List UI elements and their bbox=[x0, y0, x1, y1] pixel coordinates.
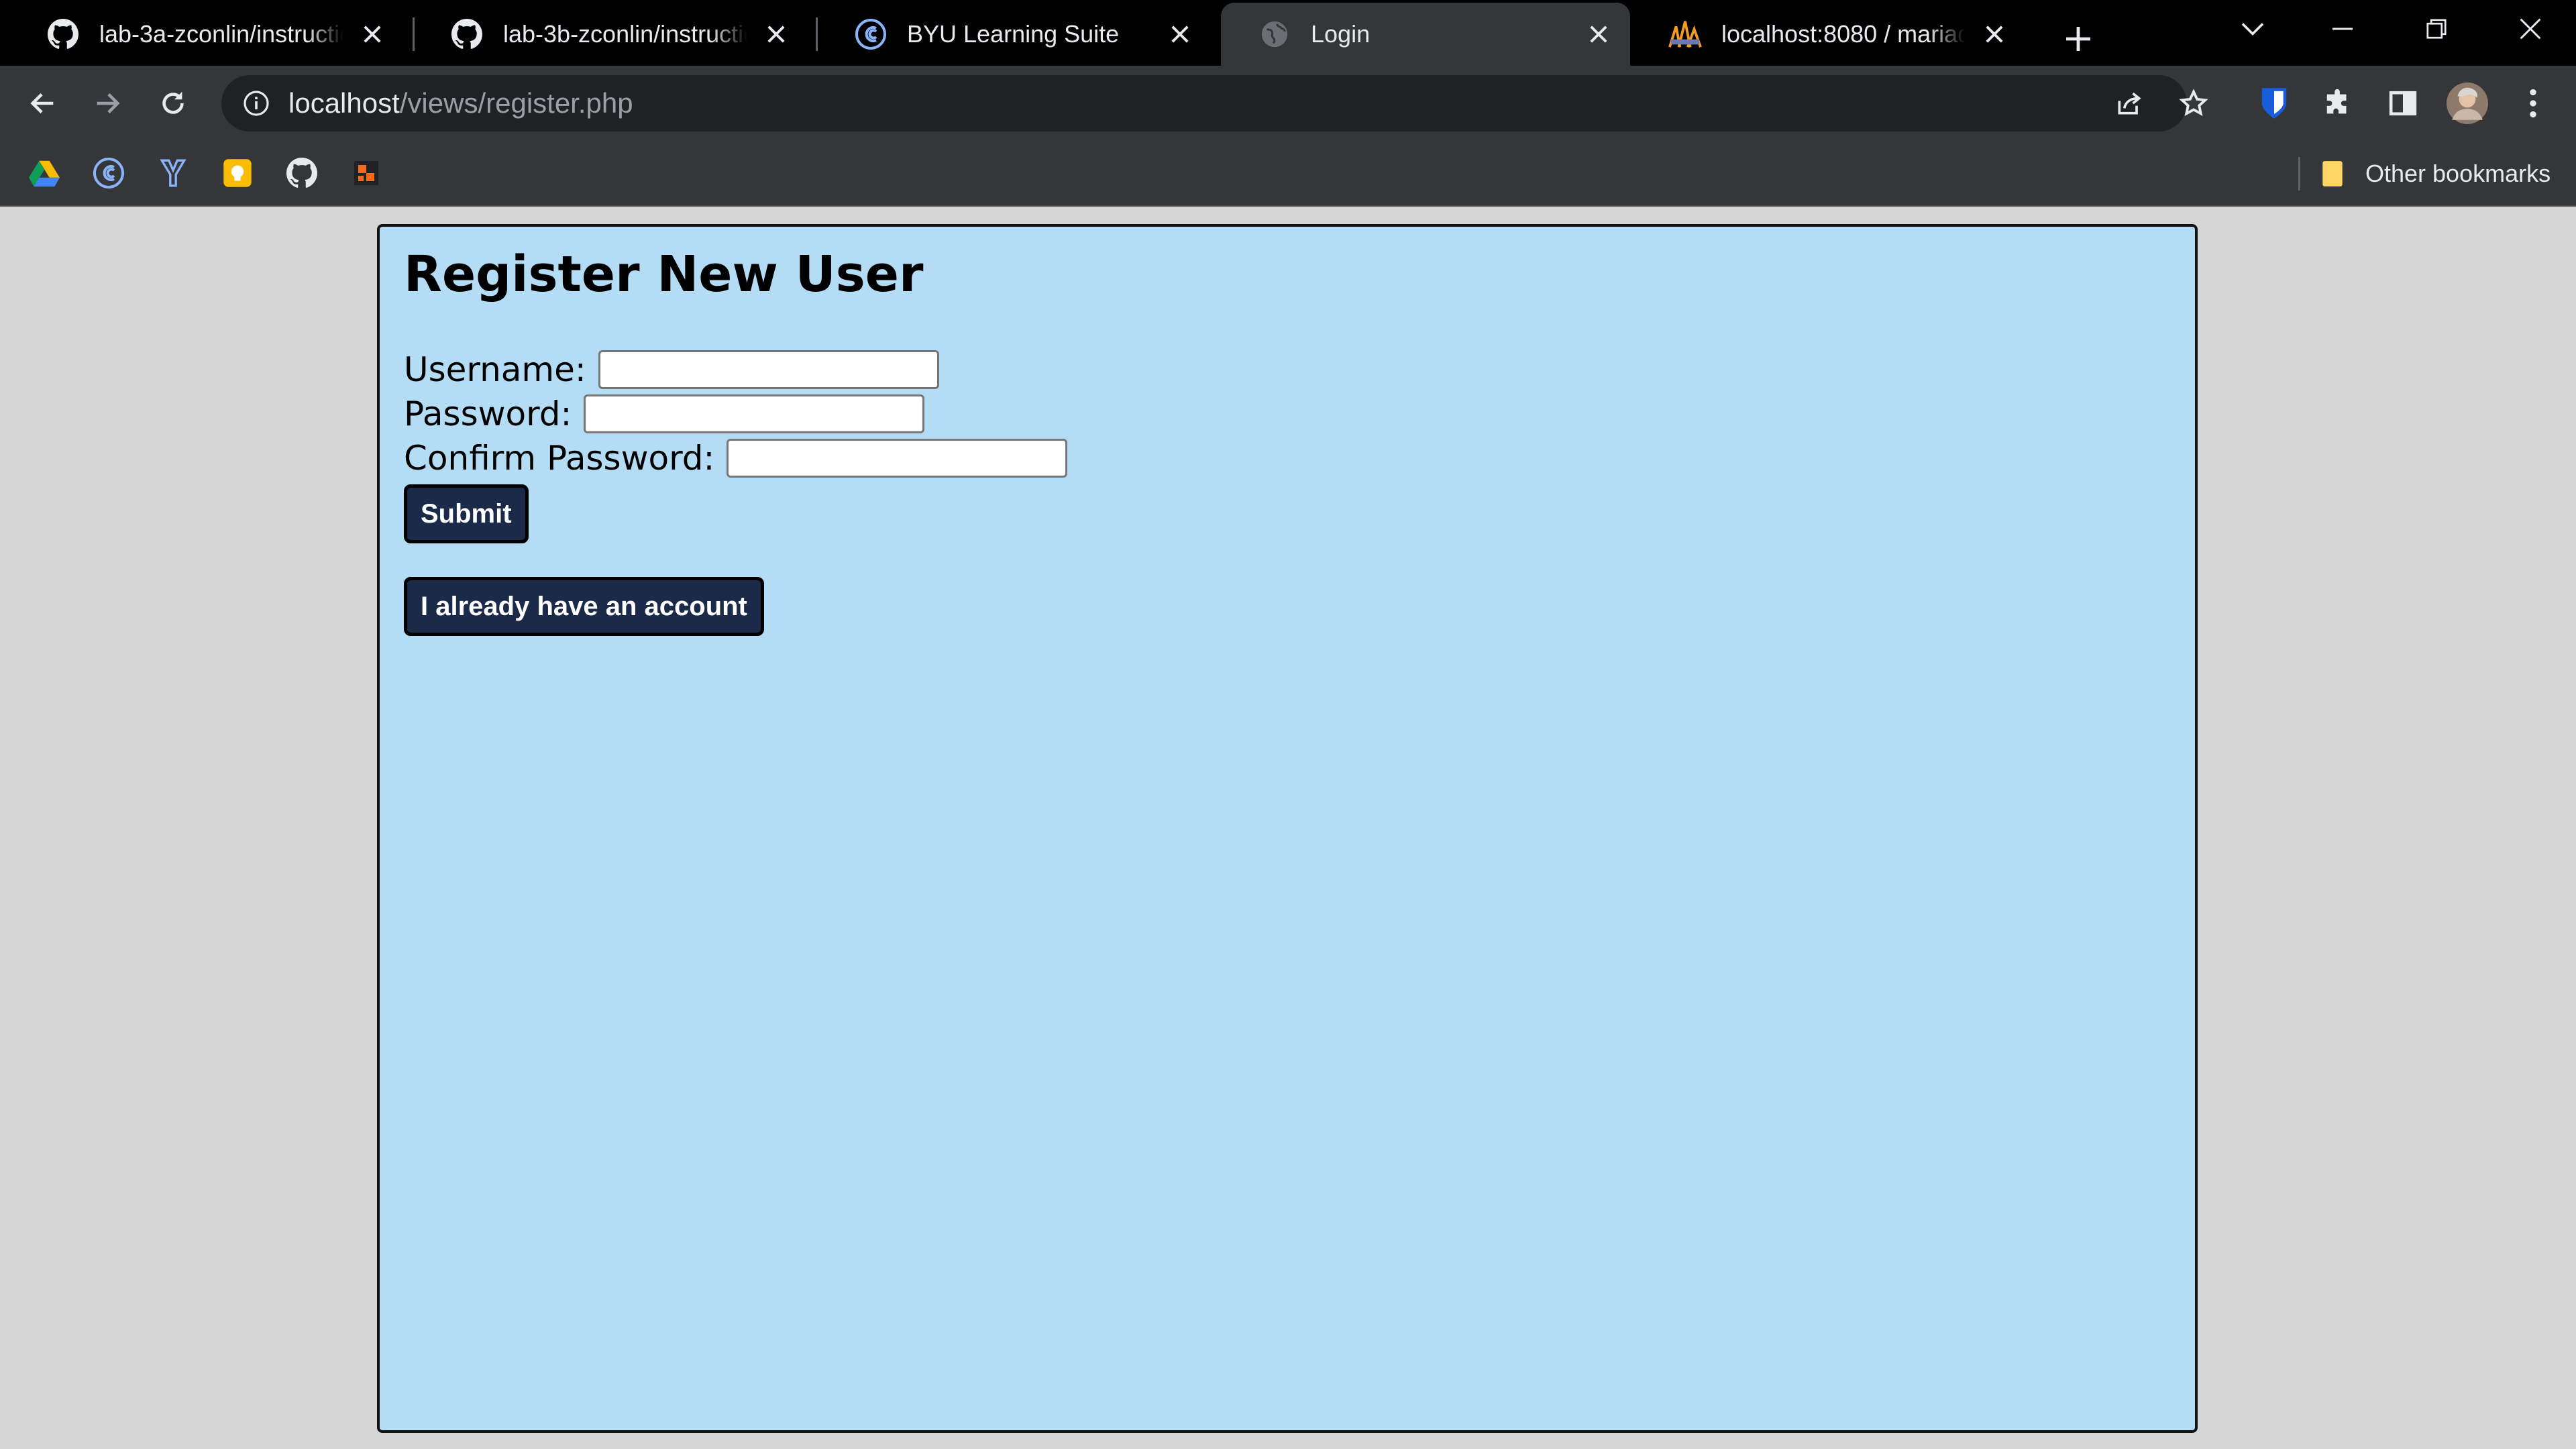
reload-button[interactable] bbox=[149, 79, 197, 127]
extensions-icon[interactable] bbox=[2314, 79, 2363, 127]
close-icon[interactable] bbox=[759, 17, 793, 51]
y-icon[interactable] bbox=[156, 156, 191, 191]
google-drive-icon[interactable] bbox=[27, 156, 62, 191]
username-row: Username: bbox=[404, 350, 939, 389]
address-bar[interactable]: localhost/views/register.php bbox=[221, 75, 2187, 131]
keep-icon[interactable] bbox=[220, 156, 255, 191]
password-label: Password: bbox=[404, 394, 572, 433]
menu-kebab-icon[interactable] bbox=[2509, 79, 2557, 127]
page-viewport: Register New User Username: Password: Co… bbox=[0, 207, 2576, 1449]
tab-title: localhost:8080 / mariadb bbox=[1721, 20, 1966, 48]
folder-icon bbox=[2321, 160, 2348, 187]
browser-toolbar: localhost/views/register.php bbox=[0, 66, 2576, 141]
confirm-password-input[interactable] bbox=[727, 439, 1068, 478]
share-icon[interactable] bbox=[2105, 79, 2153, 127]
tab-title: BYU Learning Suite bbox=[907, 20, 1120, 48]
tab-strip: lab-3a-zconlin/instructions lab-3b-zconl… bbox=[0, 0, 2576, 66]
other-bookmarks-folder[interactable]: Other bookmarks bbox=[2321, 150, 2551, 197]
restore-button[interactable] bbox=[2399, 0, 2474, 58]
username-input[interactable] bbox=[598, 350, 939, 389]
page-title: Register New User bbox=[404, 246, 924, 303]
password-row: Password: bbox=[404, 394, 925, 433]
tab-login[interactable]: Login bbox=[1221, 3, 1630, 66]
tab-title: Login bbox=[1311, 20, 1371, 48]
github-icon bbox=[46, 17, 80, 52]
tab-phpmyadmin[interactable]: localhost:8080 / mariadb bbox=[1631, 3, 2026, 66]
confirm-password-row: Confirm Password: bbox=[404, 439, 1068, 478]
bookmark-star-icon[interactable] bbox=[2169, 79, 2218, 127]
bookmarks-separator bbox=[2298, 157, 2300, 191]
minimize-button[interactable] bbox=[2305, 0, 2380, 58]
other-bookmarks-label: Other bookmarks bbox=[2365, 160, 2551, 187]
close-icon[interactable] bbox=[1163, 17, 1197, 51]
tab-lab-3a[interactable]: lab-3a-zconlin/instructions bbox=[9, 3, 404, 66]
close-icon[interactable] bbox=[356, 17, 389, 51]
url-text: localhost/views/register.php bbox=[288, 87, 633, 119]
close-window-button[interactable] bbox=[2493, 0, 2568, 58]
close-icon[interactable] bbox=[1978, 17, 2011, 51]
github-icon[interactable] bbox=[284, 156, 319, 191]
phpmyadmin-icon bbox=[1668, 17, 1703, 52]
close-icon[interactable] bbox=[1582, 17, 1615, 51]
already-have-account-button[interactable]: I already have an account bbox=[404, 577, 764, 636]
bitwarden-icon[interactable] bbox=[2250, 79, 2298, 127]
learning-suite-icon bbox=[853, 17, 888, 52]
tab-byu-learning-suite[interactable]: BYU Learning Suite bbox=[817, 3, 1212, 66]
tab-lab-3b[interactable]: lab-3b-zconlin/instructions bbox=[413, 3, 808, 66]
forward-button[interactable] bbox=[83, 79, 131, 127]
new-tab-button[interactable] bbox=[2054, 15, 2102, 63]
avatar[interactable] bbox=[2443, 79, 2491, 127]
password-input[interactable] bbox=[584, 394, 925, 433]
confirm-password-label: Confirm Password: bbox=[404, 439, 715, 478]
bookmarks-bar: Other bookmarks bbox=[0, 141, 2576, 207]
info-icon[interactable] bbox=[239, 86, 274, 121]
back-button[interactable] bbox=[19, 79, 67, 127]
orange-blocks-icon[interactable] bbox=[349, 156, 384, 191]
side-panel-icon[interactable] bbox=[2379, 79, 2427, 127]
tab-title: lab-3a-zconlin/instructions bbox=[99, 20, 343, 48]
username-label: Username: bbox=[404, 350, 586, 389]
register-card: Register New User Username: Password: Co… bbox=[377, 224, 2198, 1433]
github-icon bbox=[449, 17, 484, 52]
tab-search-button[interactable] bbox=[2215, 0, 2290, 58]
url-host: localhost bbox=[288, 87, 400, 119]
tab-title: lab-3b-zconlin/instructions bbox=[503, 20, 747, 48]
globe-icon bbox=[1257, 17, 1292, 52]
learning-suite-icon[interactable] bbox=[91, 156, 126, 191]
url-path: /views/register.php bbox=[399, 87, 633, 119]
submit-button[interactable]: Submit bbox=[404, 484, 529, 543]
